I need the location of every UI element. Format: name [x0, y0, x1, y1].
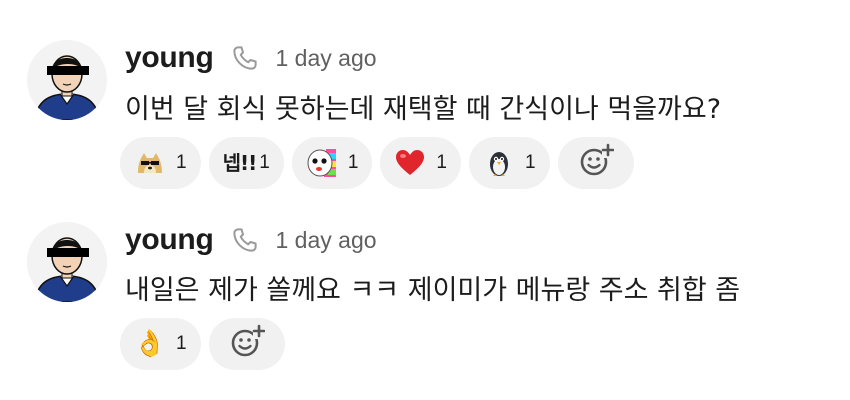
message: young 1 day ago 이번 달 회식 못하는데 재택할 때 간식이나 …	[0, 0, 850, 200]
message-header: young 1 day ago	[125, 38, 377, 78]
reaction-bar: 👌 1	[120, 318, 285, 370]
reaction-bar: 1 넵!! 1 1 1 1	[120, 137, 634, 189]
phone-icon[interactable]	[228, 223, 262, 257]
add-reaction-icon	[229, 324, 265, 364]
doge-sunglasses-icon	[134, 147, 166, 179]
reaction-count: 1	[176, 333, 187, 354]
sender-name[interactable]: young	[125, 41, 214, 75]
party-face-icon	[306, 147, 338, 179]
add-reaction-button[interactable]	[208, 318, 285, 370]
reaction-count: 1	[436, 152, 447, 173]
message-header: young 1 day ago	[125, 220, 377, 260]
reaction-heart[interactable]: 1	[380, 137, 461, 189]
avatar[interactable]	[27, 222, 107, 302]
timestamp[interactable]: 1 day ago	[276, 227, 377, 254]
reaction-ok-hand[interactable]: 👌 1	[120, 318, 201, 370]
ok-hand-icon: 👌	[133, 329, 167, 359]
message-text: 이번 달 회식 못하는데 재택할 때 간식이나 먹을까요?	[125, 94, 722, 125]
reaction-count: 1	[347, 152, 359, 173]
nep-text-emoji: 넵!!	[222, 151, 258, 175]
reaction-penguin[interactable]: 1	[468, 137, 550, 189]
message-text: 내일은 제가 쏠께요 ㅋㅋ 제이미가 메뉴랑 주소 취합 좀	[125, 275, 741, 306]
timestamp[interactable]: 1 day ago	[276, 45, 377, 72]
penguin-icon	[483, 147, 515, 179]
sender-name[interactable]: young	[125, 223, 214, 257]
reaction-count: 1	[176, 152, 187, 173]
reaction-count: 1	[259, 152, 270, 173]
add-reaction-button[interactable]	[557, 137, 634, 189]
phone-icon[interactable]	[228, 41, 262, 75]
reaction-doge[interactable]: 1	[120, 137, 201, 189]
add-reaction-icon	[578, 143, 614, 183]
avatar[interactable]	[27, 40, 107, 120]
reaction-nep[interactable]: 넵!! 1	[208, 137, 284, 189]
red-heart-icon	[394, 147, 426, 179]
reaction-count: 1	[524, 152, 536, 173]
reaction-party-face[interactable]: 1	[291, 137, 373, 189]
message: young 1 day ago 내일은 제가 쏠께요 ㅋㅋ 제이미가 메뉴랑 주…	[0, 200, 850, 400]
